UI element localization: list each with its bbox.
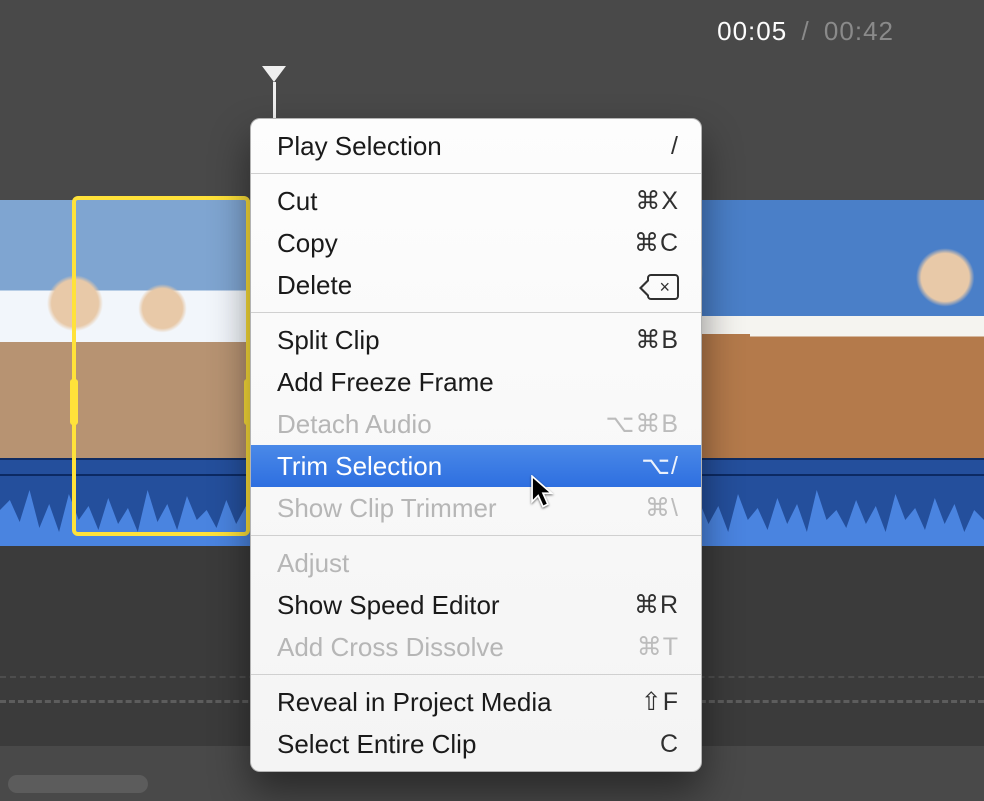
menu-item-show-clip-trimmer: Show Clip Trimmer ⌘\ (251, 487, 701, 529)
delete-key-icon: × (647, 274, 679, 300)
menu-item-shortcut: ⌥/ (641, 449, 679, 483)
menu-item-shortcut: ⇧F (641, 685, 679, 719)
timecode-current: 00:05 (717, 16, 787, 46)
menu-item-shortcut: ⌘R (634, 588, 679, 622)
menu-separator (251, 173, 701, 174)
menu-item-reveal-in-project-media[interactable]: Reveal in Project Media ⇧F (251, 681, 701, 723)
menu-separator (251, 674, 701, 675)
menu-item-shortcut: × (647, 268, 679, 302)
menu-item-label: Trim Selection (277, 449, 442, 483)
menu-item-add-freeze-frame[interactable]: Add Freeze Frame (251, 361, 701, 403)
timecode-display: 00:05 / 00:42 (717, 16, 894, 47)
menu-item-adjust: Adjust (251, 542, 701, 584)
menu-item-detach-audio: Detach Audio ⌥⌘B (251, 403, 701, 445)
menu-item-shortcut: ⌥⌘B (606, 407, 679, 441)
menu-item-trim-selection[interactable]: Trim Selection ⌥/ (251, 445, 701, 487)
menu-item-select-entire-clip[interactable]: Select Entire Clip C (251, 723, 701, 765)
menu-item-delete[interactable]: Delete × (251, 264, 701, 306)
menu-item-label: Split Clip (277, 323, 380, 357)
menu-item-label: Copy (277, 226, 338, 260)
menu-item-label: Play Selection (277, 129, 442, 163)
menu-item-label: Add Cross Dissolve (277, 630, 504, 664)
menu-item-shortcut: / (671, 129, 679, 163)
menu-item-shortcut: ⌘B (635, 323, 679, 357)
clip-thumbnail[interactable] (750, 200, 984, 458)
menu-item-cut[interactable]: Cut ⌘X (251, 180, 701, 222)
menu-item-label: Detach Audio (277, 407, 432, 441)
menu-separator (251, 535, 701, 536)
menu-item-play-selection[interactable]: Play Selection / (251, 125, 701, 167)
menu-item-label: Add Freeze Frame (277, 365, 494, 399)
timecode-total: 00:42 (824, 16, 894, 46)
menu-item-label: Select Entire Clip (277, 727, 476, 761)
menu-item-show-speed-editor[interactable]: Show Speed Editor ⌘R (251, 584, 701, 626)
selection-range-handle[interactable] (72, 196, 250, 536)
playhead-line (273, 82, 276, 122)
menu-item-label: Reveal in Project Media (277, 685, 552, 719)
menu-item-label: Cut (277, 184, 317, 218)
context-menu[interactable]: Play Selection / Cut ⌘X Copy ⌘C Delete × Split C… (250, 118, 702, 772)
menu-item-shortcut: ⌘T (637, 630, 679, 664)
menu-item-copy[interactable]: Copy ⌘C (251, 222, 701, 264)
menu-item-shortcut: ⌘\ (645, 491, 679, 525)
menu-item-add-cross-dissolve: Add Cross Dissolve ⌘T (251, 626, 701, 668)
menu-item-split-clip[interactable]: Split Clip ⌘B (251, 319, 701, 361)
menu-item-label: Show Speed Editor (277, 588, 500, 622)
timecode-separator: / (795, 16, 815, 46)
horizontal-scrollbar[interactable] (8, 775, 148, 793)
menu-item-shortcut: C (660, 727, 679, 761)
menu-item-label: Show Clip Trimmer (277, 491, 497, 525)
playhead-triangle-icon (262, 66, 286, 82)
menu-item-shortcut: ⌘X (635, 184, 679, 218)
menu-separator (251, 312, 701, 313)
menu-item-shortcut: ⌘C (634, 226, 679, 260)
menu-item-label: Adjust (277, 546, 349, 580)
menu-item-label: Delete (277, 268, 352, 302)
playhead-marker[interactable] (262, 66, 286, 122)
